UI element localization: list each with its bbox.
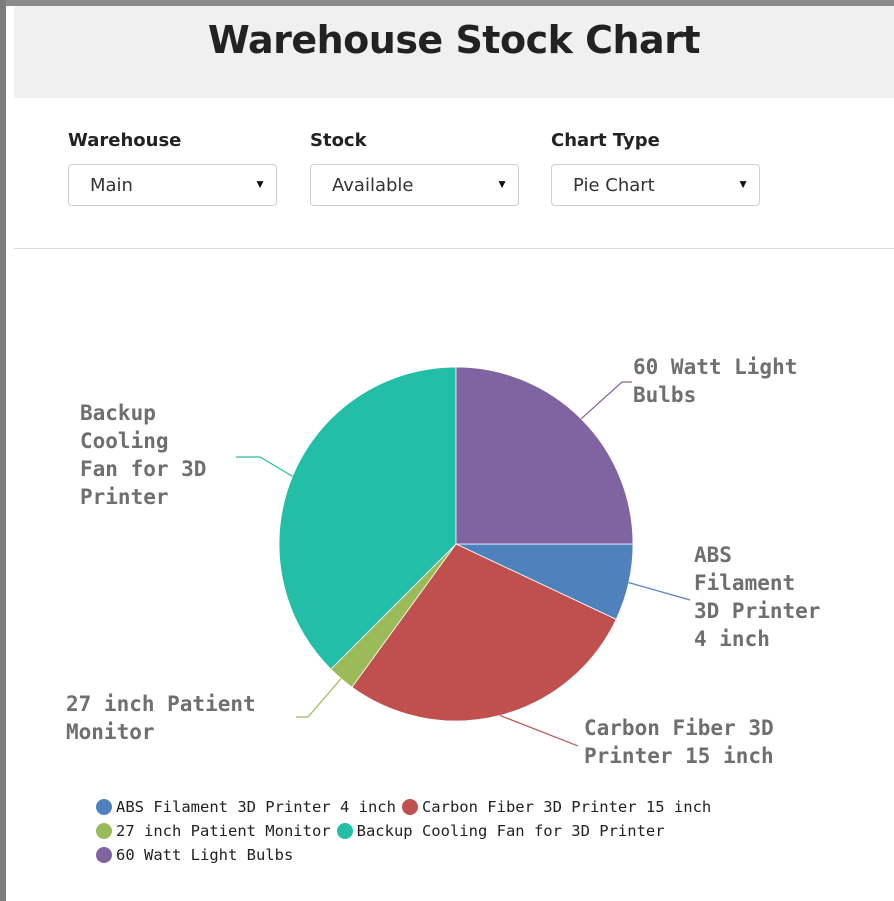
pie-chart: ABS Filament 3D Printer 4 inch Carbon Fiber … (66, 355, 820, 768)
legend-swatch-icon (336, 823, 353, 839)
legend-swatch-icon (401, 799, 418, 815)
legend-row: 27 inch Patient Monitor Backup Cooling Fa… (96, 819, 876, 843)
chart-legend: ABS Filament 3D Printer 4 inch Carbon Fib… (96, 795, 876, 867)
legend-swatch-icon (96, 847, 112, 863)
window-border-top (0, 0, 894, 6)
slice-label: 4 inch (694, 627, 770, 651)
legend-label: Backup Cooling Fan for 3D Printer (356, 822, 665, 840)
pie-slice[interactable] (455, 366, 634, 545)
slice-label: ABS (694, 543, 732, 567)
slice-label: 27 inch Patient (66, 692, 256, 716)
leader-line (628, 582, 691, 601)
slice-label: Backup (80, 401, 156, 425)
legend-swatch-icon (96, 823, 112, 839)
slice-label: Printer (80, 485, 169, 509)
slice-label: 60 Watt Light (633, 355, 797, 379)
legend-item[interactable]: ABS Filament 3D Printer 4 inch (96, 798, 396, 816)
legend-item[interactable]: 60 Watt Light Bulbs (96, 846, 293, 864)
leader-line (580, 381, 632, 420)
slice-label: Filament (694, 571, 795, 595)
legend-item[interactable]: Carbon Fiber 3D Printer 15 inch (401, 798, 712, 816)
slice-label: 3D Printer (694, 599, 820, 623)
slice-label: Printer 15 inch (584, 744, 774, 768)
slice-label: Monitor (66, 720, 155, 744)
slice-label: Cooling (80, 429, 169, 453)
app-window: Warehouse Stock Chart Warehouse Main ▼ S… (0, 0, 894, 901)
legend-swatch-icon (96, 799, 112, 815)
slice-label: Carbon Fiber 3D (584, 716, 774, 740)
legend-row: 60 Watt Light Bulbs (96, 843, 876, 867)
leader-line (499, 714, 579, 747)
legend-label: Carbon Fiber 3D Printer 15 inch (421, 798, 712, 816)
legend-label: 27 inch Patient Monitor (116, 822, 331, 840)
leader-line (236, 456, 293, 477)
slice-label: Bulbs (633, 383, 696, 407)
legend-label: ABS Filament 3D Printer 4 inch (116, 798, 396, 816)
leader-line (296, 678, 342, 718)
legend-label: 60 Watt Light Bulbs (116, 846, 294, 864)
legend-item[interactable]: Backup Cooling Fan for 3D Printer (336, 822, 665, 840)
legend-row: ABS Filament 3D Printer 4 inch Carbon Fib… (96, 795, 876, 819)
legend-item[interactable]: 27 inch Patient Monitor (96, 822, 331, 840)
window-border-left (0, 0, 6, 901)
slice-label: Fan for 3D (80, 457, 206, 481)
